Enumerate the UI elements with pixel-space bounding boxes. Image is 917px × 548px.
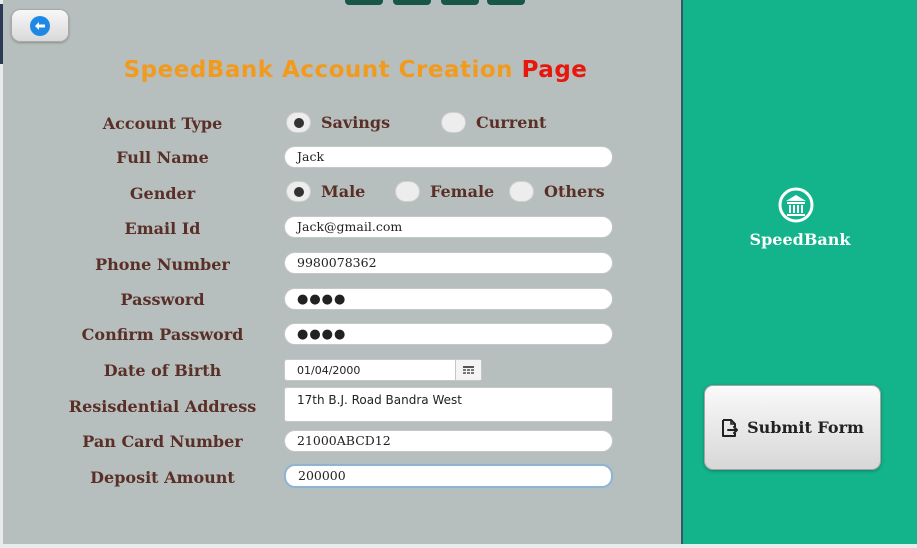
dob-picker[interactable]: 01/04/2000 <box>284 359 482 381</box>
address-label: Resisdential Address <box>68 397 257 416</box>
window-bottom-strip <box>0 544 917 548</box>
dob-value: 01/04/2000 <box>297 364 361 377</box>
back-arrow-icon <box>30 16 50 36</box>
radio-label-current: Current <box>476 113 547 132</box>
sidebar-panel: SpeedBank Submit Form <box>681 0 917 544</box>
email-label: Email Id <box>124 219 201 238</box>
radio-label-male: Male <box>321 182 366 201</box>
radio-gender-male[interactable]: Male <box>286 181 365 202</box>
brand-name: SpeedBank <box>749 230 851 249</box>
radio-account-current[interactable]: Current <box>441 112 546 133</box>
file-export-icon <box>721 418 739 438</box>
radio-indicator <box>395 181 420 202</box>
dob-label: Date of Birth <box>103 361 222 380</box>
full-name-label: Full Name <box>116 148 209 167</box>
full-name-input[interactable]: Jack <box>284 146 613 168</box>
email-input[interactable]: Jack@gmail.com <box>284 216 613 238</box>
window-edge-mark <box>0 4 3 64</box>
radio-indicator-checked <box>286 112 311 133</box>
form-panel: SpeedBank Account Creation Page Account … <box>0 0 681 548</box>
page-title-main: SpeedBank Account Creation <box>123 57 522 83</box>
radio-label-female: Female <box>430 182 495 201</box>
address-textarea[interactable]: 17th B.J. Road Bandra West <box>284 387 613 422</box>
gender-label: Gender <box>129 184 196 203</box>
page-title-accent: Page <box>521 57 588 83</box>
back-button[interactable] <box>11 9 69 42</box>
deposit-input[interactable]: 200000 <box>284 464 613 488</box>
page-title: SpeedBank Account Creation Page <box>0 57 711 83</box>
top-logo-fragment <box>345 0 525 5</box>
bank-icon <box>778 187 814 227</box>
password-label: Password <box>120 290 205 309</box>
radio-gender-others[interactable]: Others <box>509 181 605 202</box>
radio-label-others: Others <box>544 182 605 201</box>
radio-account-savings[interactable]: Savings <box>286 112 390 133</box>
account-type-label: Account Type <box>102 114 223 133</box>
submit-form-label: Submit Form <box>747 418 864 437</box>
deposit-label: Deposit Amount <box>90 468 235 487</box>
radio-indicator <box>441 112 466 133</box>
phone-label: Phone Number <box>95 255 230 274</box>
radio-label-savings: Savings <box>321 113 391 132</box>
confirm-password-input[interactable]: ●●●● <box>284 323 613 345</box>
submit-form-button[interactable]: Submit Form <box>704 385 881 470</box>
radio-gender-female[interactable]: Female <box>395 181 494 202</box>
calendar-icon[interactable] <box>455 360 481 380</box>
pan-label: Pan Card Number <box>82 432 243 451</box>
confirm-password-label: Confirm Password <box>81 325 244 344</box>
phone-input[interactable]: 9980078362 <box>284 252 613 274</box>
radio-indicator <box>509 181 534 202</box>
password-input[interactable]: ●●●● <box>284 288 613 310</box>
pan-input[interactable]: 21000ABCD12 <box>284 430 613 452</box>
radio-indicator-checked <box>286 181 311 202</box>
